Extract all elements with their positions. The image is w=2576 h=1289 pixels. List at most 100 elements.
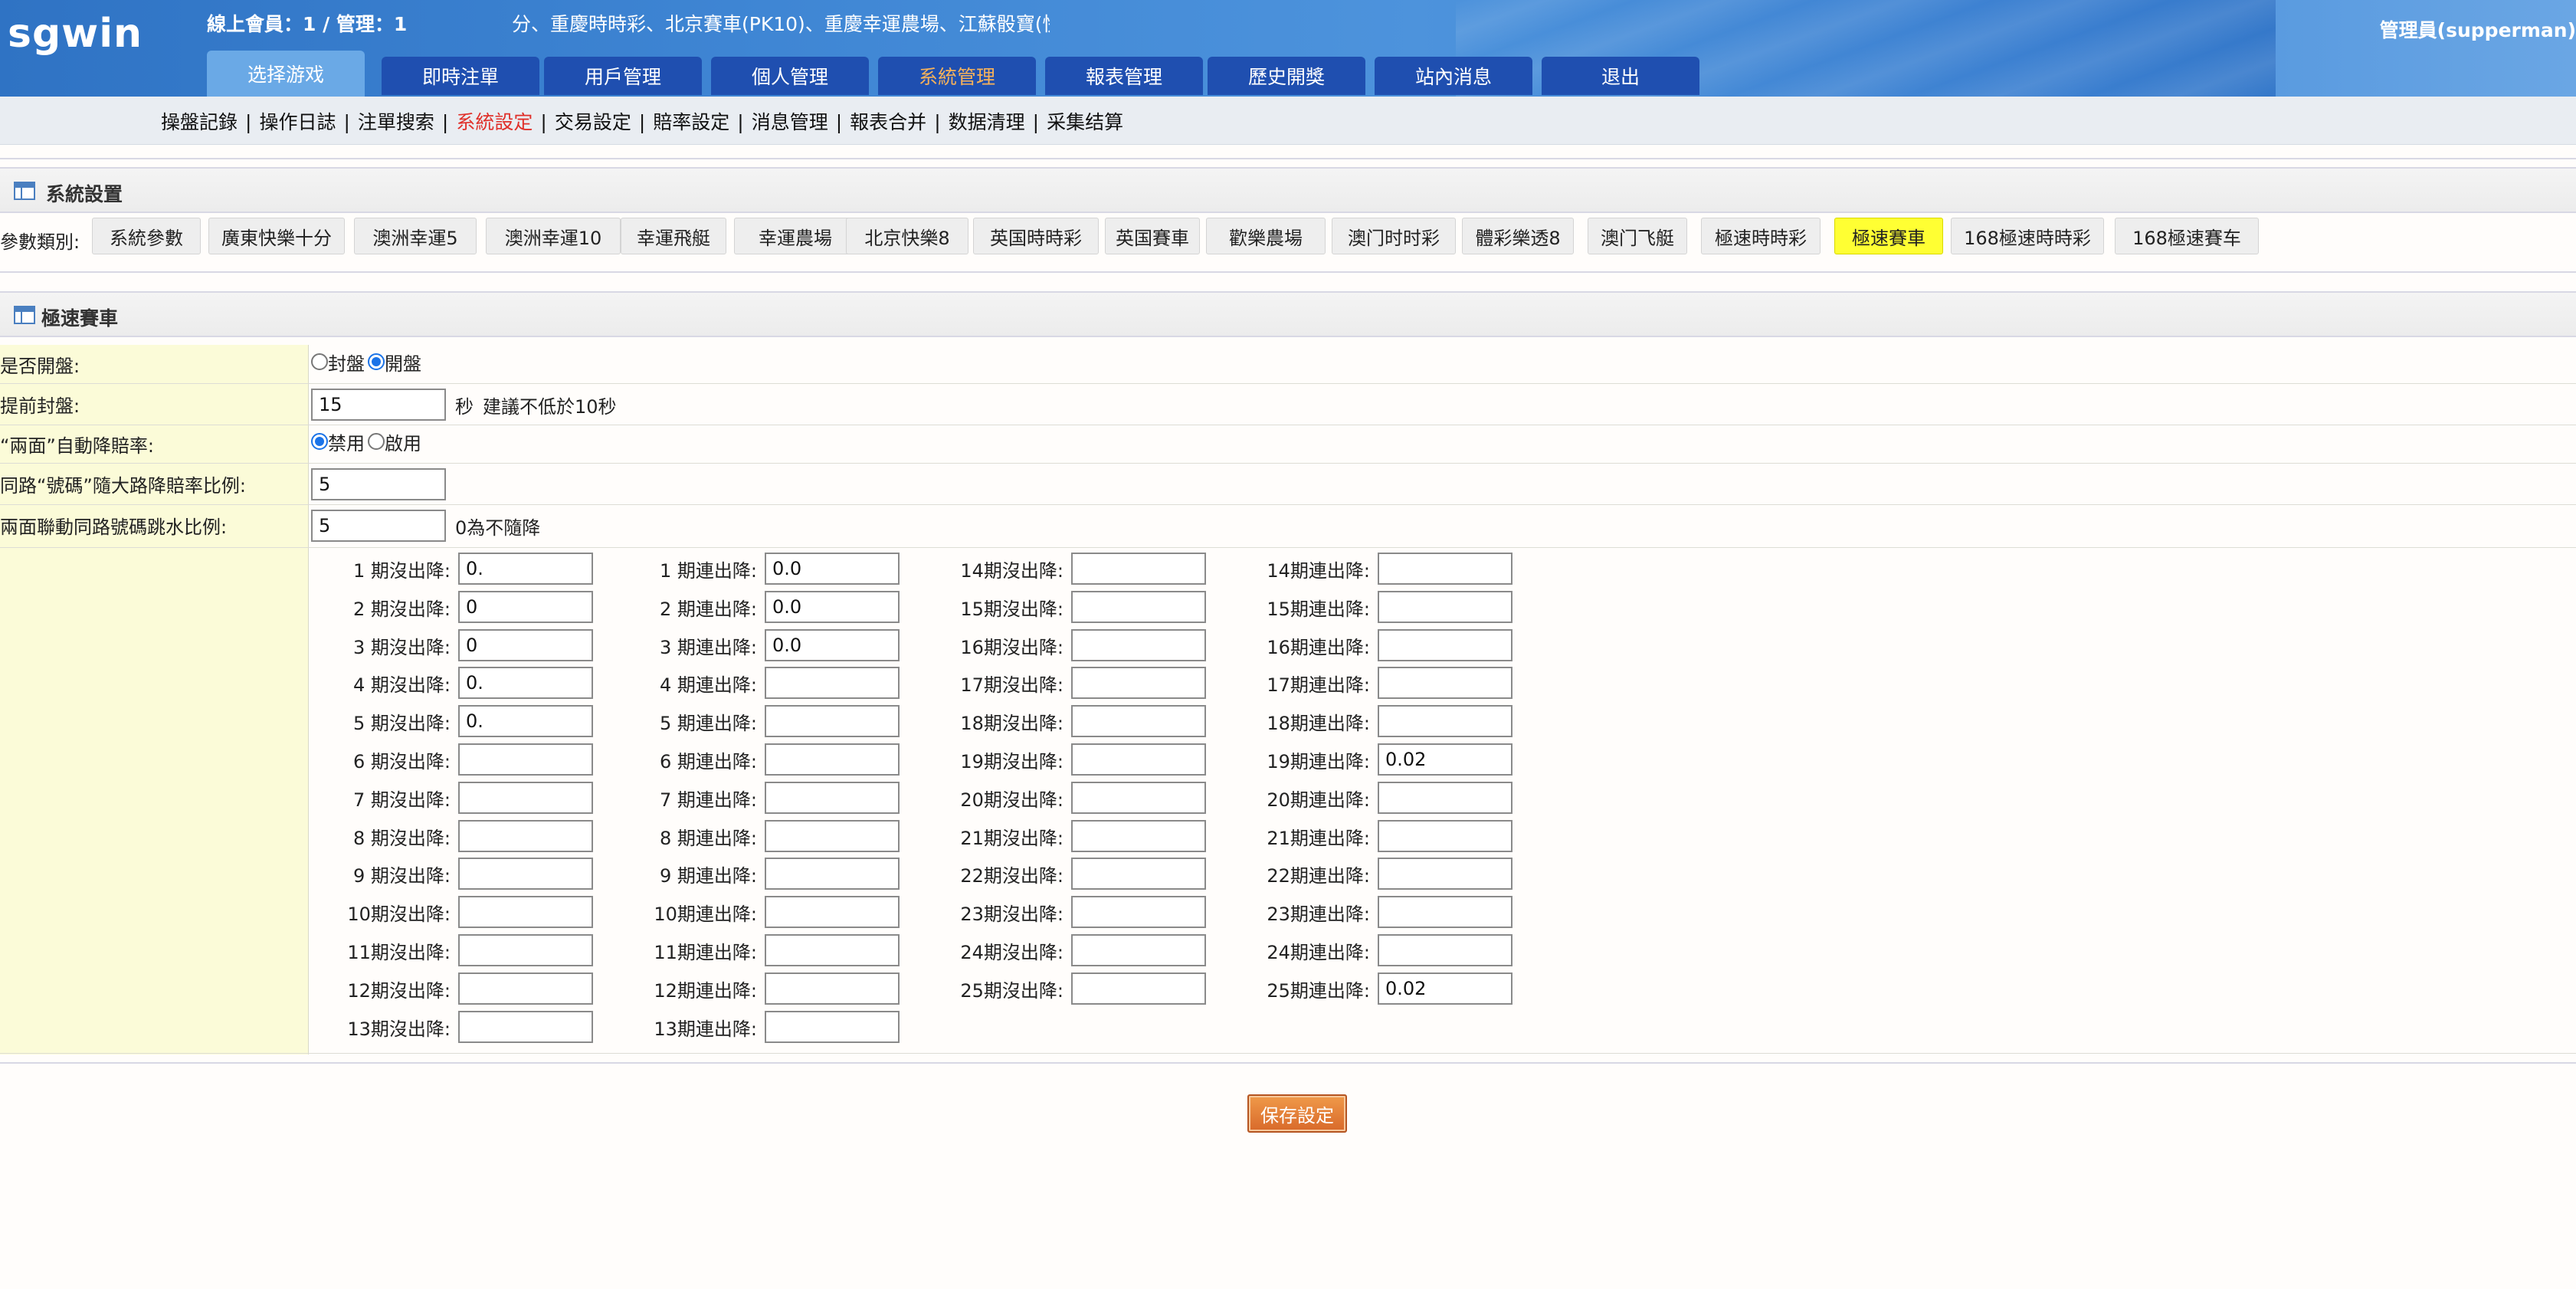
drop-rate-input[interactable]: [1071, 591, 1206, 623]
drop-rate-input[interactable]: [458, 667, 593, 699]
category-button[interactable]: 北京快樂8: [846, 218, 968, 254]
save-settings-button[interactable]: 保存設定: [1247, 1094, 1347, 1133]
drop-rate-input[interactable]: [765, 629, 900, 661]
sub-nav-link[interactable]: 采集结算: [1047, 111, 1123, 133]
nav-tab[interactable]: 退出: [1542, 57, 1699, 95]
drop-rate-input[interactable]: [765, 591, 900, 623]
drop-rate-input[interactable]: [458, 896, 593, 928]
drop-rate-input[interactable]: [1378, 705, 1512, 737]
disable-radio[interactable]: [311, 433, 328, 450]
advance-close-input[interactable]: [311, 389, 446, 421]
sub-nav-link[interactable]: 消息管理: [752, 111, 828, 133]
sub-nav-link[interactable]: 注單搜索: [358, 111, 434, 133]
close-radio[interactable]: [311, 353, 328, 370]
drop-rate-input[interactable]: [458, 591, 593, 623]
drop-rate-input[interactable]: [1378, 972, 1512, 1005]
drop-rate-input[interactable]: [765, 896, 900, 928]
drop-rate-input[interactable]: [458, 782, 593, 814]
linkage-input[interactable]: [311, 510, 446, 542]
category-button[interactable]: 體彩樂透8: [1462, 218, 1574, 254]
drop-rate-input[interactable]: [1378, 934, 1512, 966]
nav-tab[interactable]: 即時注單: [382, 57, 539, 95]
drop-rate-input[interactable]: [458, 972, 593, 1005]
drop-rate-input[interactable]: [765, 934, 900, 966]
sub-nav-link[interactable]: 交易設定: [555, 111, 631, 133]
drop-rate-input[interactable]: [1071, 820, 1206, 852]
category-button[interactable]: 澳门时时彩: [1332, 218, 1456, 254]
category-button[interactable]: 168極速時時彩: [1951, 218, 2104, 254]
drop-rate-input[interactable]: [1071, 972, 1206, 1005]
drop-rate-input[interactable]: [458, 820, 593, 852]
sub-nav-link[interactable]: 操作日誌: [259, 111, 336, 133]
drop-rate-input[interactable]: [1378, 896, 1512, 928]
drop-rate-input[interactable]: [458, 553, 593, 585]
drop-rate-input[interactable]: [1378, 629, 1512, 661]
drop-rate-input[interactable]: [1378, 743, 1512, 776]
category-button[interactable]: 澳门飞艇: [1588, 218, 1687, 254]
nav-tab[interactable]: 報表管理: [1045, 57, 1203, 95]
drop-rate-input[interactable]: [1378, 591, 1512, 623]
drop-rate-input[interactable]: [458, 934, 593, 966]
drop-rate-input[interactable]: [765, 743, 900, 776]
row-divider: [0, 463, 2576, 464]
drop-rate-input[interactable]: [765, 667, 900, 699]
drop-rate-input[interactable]: [765, 820, 900, 852]
drop-rate-input[interactable]: [1071, 629, 1206, 661]
category-button[interactable]: 英国時時彩: [973, 218, 1099, 254]
drop-rate-input[interactable]: [1071, 934, 1206, 966]
drop-rate-input[interactable]: [765, 705, 900, 737]
drop-rate-input[interactable]: [1071, 782, 1206, 814]
drop-rate-input[interactable]: [458, 743, 593, 776]
nav-tab[interactable]: 选择游戏: [207, 51, 365, 97]
nav-tab[interactable]: 歷史開獎: [1208, 57, 1365, 95]
drop-rate-input[interactable]: [458, 1011, 593, 1043]
category-button[interactable]: 歡樂農場: [1206, 218, 1326, 254]
drop-rate-input[interactable]: [1071, 553, 1206, 585]
category-button[interactable]: 澳洲幸運5: [354, 218, 477, 254]
sub-nav-link[interactable]: 操盤記錄: [161, 111, 238, 133]
system-settings-header: 系統設置: [0, 167, 2576, 213]
drop-rate-input[interactable]: [765, 972, 900, 1005]
drop-rate-input[interactable]: [1071, 705, 1206, 737]
nav-tab[interactable]: 個人管理: [711, 57, 869, 95]
category-button[interactable]: 幸運飛艇: [621, 218, 726, 254]
sub-nav-link[interactable]: 数据清理: [949, 111, 1025, 133]
drop-rate-input[interactable]: [1378, 667, 1512, 699]
category-button[interactable]: 澳洲幸運10: [486, 218, 621, 254]
drop-rate-input[interactable]: [765, 1011, 900, 1043]
nav-tab[interactable]: 站內消息: [1375, 57, 1532, 95]
category-button[interactable]: 廣東快樂十分: [208, 218, 345, 254]
category-button[interactable]: 幸運農場: [734, 218, 857, 254]
drop-rate-input[interactable]: [765, 553, 900, 585]
drop-rate-input[interactable]: [458, 705, 593, 737]
category-button[interactable]: 極速賽車: [1834, 218, 1943, 254]
drop-rate-input[interactable]: [1071, 896, 1206, 928]
category-button[interactable]: 極速時時彩: [1701, 218, 1821, 254]
drop-rate-cell: 15期連出降:: [1209, 590, 1512, 624]
enable-radio[interactable]: [368, 433, 385, 450]
drop-rate-input[interactable]: [458, 858, 593, 890]
drop-rate-input[interactable]: [1071, 667, 1206, 699]
drop-rate-input[interactable]: [1378, 553, 1512, 585]
ratio-input[interactable]: [311, 468, 446, 500]
drop-rate-label: 11期連出降:: [654, 941, 757, 963]
nav-tab[interactable]: 用戶管理: [544, 57, 702, 95]
drop-rate-cell: 20期沒出降:: [903, 781, 1206, 815]
sub-nav-link[interactable]: 報表合并: [850, 111, 926, 133]
drop-rate-input[interactable]: [1071, 858, 1206, 890]
drop-rate-input[interactable]: [765, 858, 900, 890]
category-button[interactable]: 英国賽車: [1105, 218, 1200, 254]
sub-nav-link[interactable]: 系統設定: [456, 111, 533, 133]
drop-rate-label: 21期沒出降:: [960, 827, 1064, 849]
sub-nav-link[interactable]: 賠率設定: [653, 111, 729, 133]
drop-rate-input[interactable]: [1378, 782, 1512, 814]
open-radio[interactable]: [368, 353, 385, 370]
drop-rate-input[interactable]: [458, 629, 593, 661]
drop-rate-input[interactable]: [1378, 820, 1512, 852]
drop-rate-input[interactable]: [1071, 743, 1206, 776]
category-button[interactable]: 系統參數: [92, 218, 201, 254]
nav-tab[interactable]: 系統管理: [878, 57, 1036, 95]
category-button[interactable]: 168極速賽车: [2115, 218, 2259, 254]
drop-rate-input[interactable]: [1378, 858, 1512, 890]
drop-rate-input[interactable]: [765, 782, 900, 814]
